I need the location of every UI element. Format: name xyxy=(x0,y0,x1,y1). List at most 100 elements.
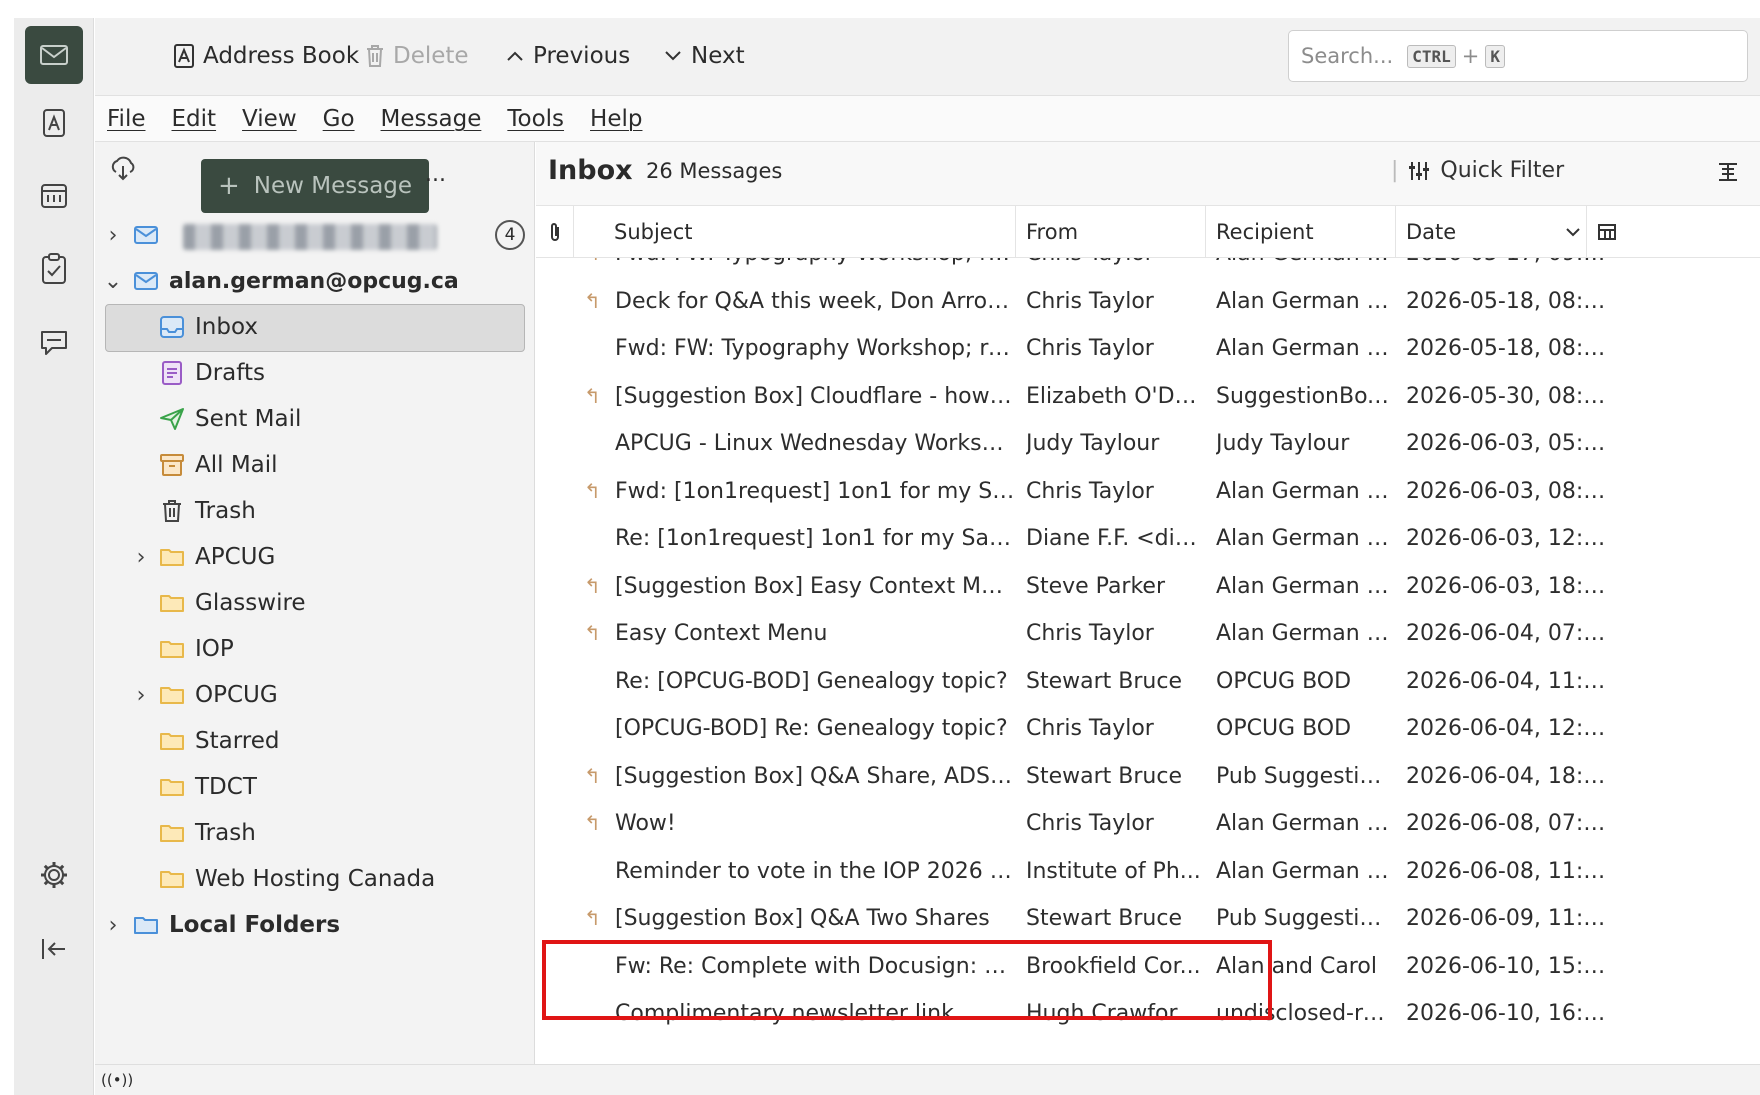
folder-trash[interactable]: Trash xyxy=(95,488,535,534)
message-subject: Easy Context Menu xyxy=(615,621,828,646)
folder-starred[interactable]: Starred xyxy=(95,718,535,764)
message-row[interactable]: ↰ [Suggestion Box] Q&A Two Shares Stewart … xyxy=(536,896,1760,943)
message-row[interactable]: ↰ Fwd: [1on1request] 1on1 for my Sams... C… xyxy=(536,469,1760,516)
folder-label: Inbox xyxy=(195,314,258,340)
folder-label: Web Hosting Canada xyxy=(195,866,436,892)
quick-filter-button[interactable]: | Quick Filter xyxy=(1391,158,1564,183)
menu-go[interactable]: Go xyxy=(323,106,355,132)
search-input[interactable]: Search... CTRL + K xyxy=(1288,30,1748,82)
folder-trash-2[interactable]: Trash xyxy=(95,810,535,856)
menu-help[interactable]: Help xyxy=(590,106,642,132)
folder-iop[interactable]: IOP xyxy=(95,626,535,672)
message-row[interactable]: ↰ Wow! Chris Taylor Alan German (... 2026-06… xyxy=(536,801,1760,848)
attachment-column-header[interactable] xyxy=(536,206,574,258)
get-messages-icon xyxy=(111,156,135,181)
folder-opcug[interactable]: › OPCUG xyxy=(95,672,535,718)
menu-view[interactable]: View xyxy=(242,106,297,132)
settings-button[interactable] xyxy=(25,846,83,904)
new-message-button[interactable]: + New Message xyxy=(201,159,429,213)
message-row[interactable]: Fwd: FW: Typography Workshop; re: P... Ch… xyxy=(536,326,1760,373)
folder-sent-mail[interactable]: Sent Mail xyxy=(95,396,535,442)
folder-web-hosting-canada[interactable]: Web Hosting Canada xyxy=(95,856,535,902)
message-row[interactable]: ↰ Easy Context Menu Chris Taylor Alan Germa… xyxy=(536,611,1760,658)
message-from: Brookfield Cor... xyxy=(1026,953,1201,979)
folder-glasswire[interactable]: Glasswire xyxy=(95,580,535,626)
message-date: 2026-06-10, 16:46 xyxy=(1406,1001,1606,1026)
folder-drafts[interactable]: Drafts xyxy=(95,350,535,396)
folder-label: Trash xyxy=(195,820,256,846)
chevron-right-icon: › xyxy=(108,222,118,248)
message-row[interactable]: ↰ [Suggestion Box] Easy Context Menu Steve… xyxy=(536,564,1760,611)
account-name: alan.german@opcug.ca xyxy=(169,268,459,294)
message-from: Steve Parker xyxy=(1026,573,1166,599)
address-book-button[interactable]: Address Book xyxy=(173,38,359,74)
mail-space-button[interactable] xyxy=(25,26,83,84)
local-folders-label: Local Folders xyxy=(169,912,341,938)
collapse-spaces-button[interactable] xyxy=(25,920,83,978)
message-row[interactable]: Re: [1on1request] 1on1 for my Samsun... D… xyxy=(536,516,1760,563)
chevron-right-icon: › xyxy=(136,544,146,570)
online-status-icon[interactable]: ((•)) xyxy=(101,1071,133,1089)
get-messages-button[interactable] xyxy=(109,154,137,186)
next-button[interactable]: Next xyxy=(663,38,745,74)
message-row[interactable]: [OPCUG-BOD] Re: Genealogy topic? Chris Ta… xyxy=(536,706,1760,753)
message-from: Elizabeth O'Dri... xyxy=(1026,383,1204,409)
settings-icon xyxy=(41,862,67,888)
message-count: 26 Messages xyxy=(646,159,783,183)
column-picker-button[interactable] xyxy=(1586,206,1626,258)
account-row-hidden[interactable]: › 4 xyxy=(95,212,535,258)
chat-space-button[interactable] xyxy=(25,314,83,372)
message-row[interactable]: ↰ [Suggestion Box] Cloudflare - how doe..… xyxy=(536,374,1760,421)
message-from: Chris Taylor xyxy=(1026,811,1154,836)
recipient-column-header[interactable]: Recipient xyxy=(1206,206,1396,258)
message-subject: Re: [OPCUG-BOD] Genealogy topic? xyxy=(615,668,1008,694)
folder-label: Sent Mail xyxy=(195,406,302,432)
date-column-header[interactable]: Date xyxy=(1396,206,1586,258)
previous-button[interactable]: Previous xyxy=(505,38,630,74)
shortcut-plus: + xyxy=(1461,44,1480,68)
folder-local-folders[interactable]: › Local Folders xyxy=(95,902,535,948)
address-book-space-button[interactable] xyxy=(25,94,83,152)
folder-label: TDCT xyxy=(195,774,257,800)
folder-all-mail[interactable]: All Mail xyxy=(95,442,535,488)
calendar-space-button[interactable] xyxy=(25,166,83,224)
folder-tdct[interactable]: TDCT xyxy=(95,764,535,810)
message-row[interactable]: APCUG - Linux Wednesday Workshops ... Jud… xyxy=(536,421,1760,468)
tasks-space-button[interactable] xyxy=(25,240,83,298)
message-row[interactable]: ↰ [Suggestion Box] Q&A Share, ADS-B Ex...… xyxy=(536,754,1760,801)
message-row[interactable]: Fw: Re: Complete with Docusign: PDA.... B… xyxy=(536,944,1760,991)
inbox-icon xyxy=(157,312,187,342)
message-row[interactable]: ↰ Fwd: FW: Typography Workshop; re: P... C… xyxy=(536,258,1760,278)
menu-edit[interactable]: Edit xyxy=(172,106,217,132)
display-options-button[interactable] xyxy=(1716,160,1740,188)
from-column-header[interactable]: From xyxy=(1016,206,1206,258)
message-date: 2026-06-04, 12:12 xyxy=(1406,716,1606,741)
message-row[interactable]: Complimentary newsletter link Hugh Crawfo… xyxy=(536,991,1760,1038)
trash-icon xyxy=(157,496,187,526)
subject-column-header[interactable]: Subject xyxy=(604,206,1016,258)
folder-icon xyxy=(157,542,187,572)
message-recipient: Pub Suggestio... xyxy=(1216,906,1391,931)
account-row-opcug[interactable]: ⌄ alan.german@opcug.ca xyxy=(95,258,535,304)
account-icon xyxy=(131,220,161,250)
menu-tools[interactable]: Tools xyxy=(507,106,564,132)
folder-inbox[interactable]: Inbox xyxy=(95,304,535,352)
message-row[interactable]: ↰ Deck for Q&A this week, Don Arrowsm... C… xyxy=(536,279,1760,326)
menu-message[interactable]: Message xyxy=(381,106,482,132)
message-from: Chris Taylor xyxy=(1026,336,1154,361)
message-date: 2026-05-18, 08:34 xyxy=(1406,288,1606,314)
message-recipient: Alan German (... xyxy=(1216,336,1391,361)
folder-pane-menu-button[interactable]: ... xyxy=(425,162,446,187)
menu-file[interactable]: File xyxy=(107,106,146,132)
delete-button[interactable]: Delete xyxy=(365,38,469,74)
message-recipient: Alan German (... xyxy=(1216,811,1391,836)
message-row[interactable]: Reminder to vote in the IOP 2026 Cou... I… xyxy=(536,849,1760,896)
address-book-label: Address Book xyxy=(203,43,360,69)
thread-pane-header: Inbox 26 Messages | Quick Filter xyxy=(536,142,1760,206)
message-from: Institute of Ph... xyxy=(1026,858,1201,884)
chevron-right-icon: › xyxy=(108,912,118,938)
folder-apcug[interactable]: › APCUG xyxy=(95,534,535,580)
shortcut-key-ctrl: CTRL xyxy=(1407,44,1456,68)
message-row[interactable]: Re: [OPCUG-BOD] Genealogy topic? Stewart … xyxy=(536,659,1760,706)
folder-icon xyxy=(157,772,187,802)
